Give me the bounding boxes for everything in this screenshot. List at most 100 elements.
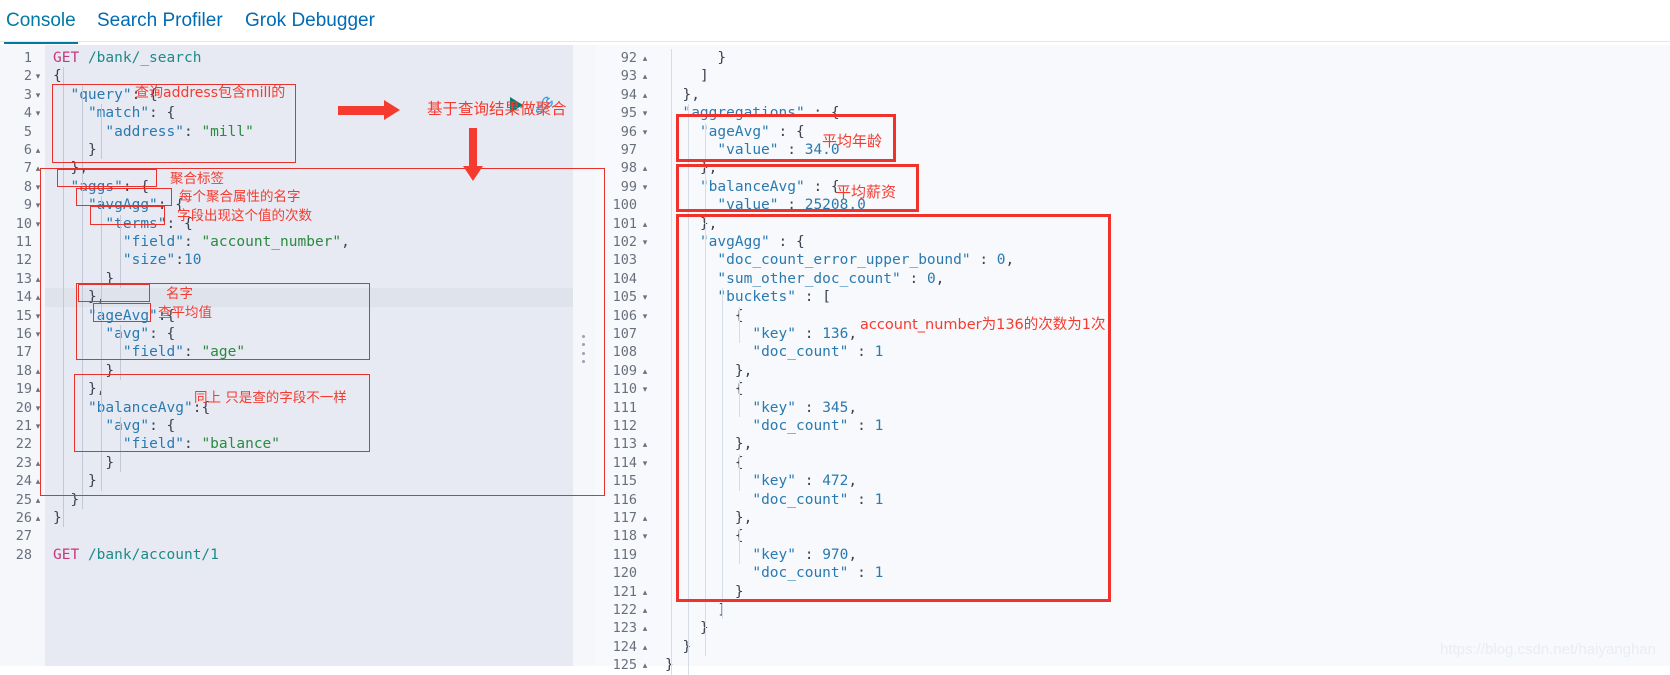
fold-toggle-icon[interactable]: ▾	[33, 178, 43, 196]
fold-toggle-icon[interactable]: ▴	[33, 270, 43, 288]
code-line[interactable]: "aggregations" : {	[665, 104, 839, 122]
code-line[interactable]: "key" : 345,	[665, 399, 857, 417]
fold-toggle-icon[interactable]: ▴	[33, 509, 43, 527]
fold-toggle-icon[interactable]: ▴	[33, 380, 43, 398]
fold-toggle-icon[interactable]: ▾	[33, 86, 43, 104]
code-line[interactable]: "ageAvg" : {	[665, 123, 805, 141]
code-line[interactable]: }	[53, 472, 97, 490]
fold-toggle-icon[interactable]: ▾	[640, 307, 650, 325]
request-editor-pane[interactable]: 1 2 ▾ 3 ▾ 4 ▾ 5 6 ▴ 7 ▴ 8 ▾ 9 ▾ 10 ▾ 11 12 13 ▴ 14 ▴ 15 ▾ 16 ▾ 17 18 ▴…	[0, 45, 573, 666]
fold-toggle-icon[interactable]: ▾	[33, 196, 43, 214]
code-line[interactable]: "buckets" : [	[665, 288, 831, 306]
code-line[interactable]: "value" : 25208.0	[665, 196, 865, 214]
fold-toggle-icon[interactable]: ▴	[640, 215, 650, 233]
code-line[interactable]: "key" : 970,	[665, 546, 857, 564]
code-line[interactable]: "match": {	[53, 104, 175, 122]
fold-toggle-icon[interactable]: ▾	[640, 527, 650, 545]
fold-toggle-icon[interactable]: ▾	[33, 325, 43, 343]
fold-toggle-icon[interactable]: ▾	[640, 454, 650, 472]
fold-toggle-icon[interactable]: ▾	[640, 178, 650, 196]
fold-toggle-icon[interactable]: ▾	[640, 288, 650, 306]
fold-toggle-icon[interactable]: ▴	[640, 86, 650, 104]
fold-toggle-icon[interactable]: ▾	[640, 380, 650, 398]
code-line[interactable]: GET /bank/_search	[53, 49, 201, 67]
fold-toggle-icon[interactable]: ▴	[640, 159, 650, 177]
code-line[interactable]: }	[53, 141, 97, 159]
code-line[interactable]: "sum_other_doc_count" : 0,	[665, 270, 944, 288]
fold-toggle-icon[interactable]: ▴	[33, 491, 43, 509]
tab-search-profiler[interactable]: Search Profiler	[95, 4, 225, 44]
fold-toggle-icon[interactable]: ▾	[33, 307, 43, 325]
code-line[interactable]: {	[53, 67, 62, 85]
fold-toggle-icon[interactable]: ▴	[640, 619, 650, 637]
fold-toggle-icon[interactable]: ▴	[33, 288, 43, 306]
response-viewer-code[interactable]: } ] }, "aggregations" : { "ageAvg" : { "…	[655, 45, 1670, 675]
code-line[interactable]: },	[665, 362, 752, 380]
fold-toggle-icon[interactable]: ▾	[33, 67, 43, 85]
fold-toggle-icon[interactable]: ▾	[33, 417, 43, 435]
code-line[interactable]: "avgAgg" : {	[665, 233, 805, 251]
code-line[interactable]: "doc_count" : 1	[665, 564, 883, 582]
fold-toggle-icon[interactable]: ▾	[640, 123, 650, 141]
code-line[interactable]: "key" : 472,	[665, 472, 857, 490]
code-line[interactable]: },	[53, 288, 105, 306]
request-editor-code[interactable]: GET /bank/_search{ "query": { "match": {…	[45, 45, 573, 666]
fold-toggle-icon[interactable]: ▴	[640, 509, 650, 527]
fold-toggle-icon[interactable]: ▾	[33, 104, 43, 122]
fold-toggle-icon[interactable]: ▴	[640, 67, 650, 85]
fold-toggle-icon[interactable]: ▴	[640, 362, 650, 380]
code-line[interactable]: }	[53, 509, 62, 527]
fold-toggle-icon[interactable]: ▴	[640, 638, 650, 656]
fold-toggle-icon[interactable]: ▴	[33, 472, 43, 490]
fold-toggle-icon[interactable]: ▴	[33, 454, 43, 472]
fold-toggle-icon[interactable]: ▴	[640, 601, 650, 619]
code-line[interactable]: },	[665, 215, 717, 233]
code-line[interactable]: }	[665, 49, 726, 67]
code-line[interactable]: "key" : 136,	[665, 325, 857, 343]
code-line[interactable]: "balanceAvg" : {	[665, 178, 840, 196]
wrench-icon[interactable]	[534, 95, 556, 117]
code-line[interactable]: "avg": {	[53, 325, 175, 343]
code-line[interactable]: ]	[665, 601, 726, 619]
code-line[interactable]: "query": {	[53, 86, 157, 104]
send-request-play-icon[interactable]	[510, 97, 523, 113]
code-line[interactable]: },	[665, 159, 717, 177]
code-line[interactable]: "terms": {	[53, 215, 192, 233]
code-line[interactable]: "balanceAvg":{	[53, 399, 210, 417]
tab-grok-debugger[interactable]: Grok Debugger	[243, 4, 377, 44]
code-line[interactable]: "avgAgg": {	[53, 196, 184, 214]
code-line[interactable]: "address": "mill"	[53, 123, 253, 141]
code-line[interactable]: GET /bank/account/1	[53, 546, 219, 564]
response-viewer-pane[interactable]: 92 ▴ 93 ▴ 94 ▴ 95 ▾ 96 ▾ 97 98 ▴ 99 ▾ 100 101 ▴ 102 ▾ 103 104…	[595, 45, 1670, 675]
code-line[interactable]: "ageAvg":{	[53, 307, 175, 325]
code-line[interactable]: "size":10	[53, 251, 202, 269]
code-line[interactable]: }	[53, 491, 79, 509]
fold-toggle-icon[interactable]: ▾	[33, 215, 43, 233]
code-line[interactable]: },	[665, 435, 752, 453]
code-line[interactable]: "field": "balance"	[53, 435, 280, 453]
code-line[interactable]: },	[665, 509, 752, 527]
code-line[interactable]: "field": "account_number",	[53, 233, 350, 251]
fold-toggle-icon[interactable]: ▴	[33, 141, 43, 159]
code-line[interactable]: "doc_count_error_upper_bound" : 0,	[665, 251, 1014, 269]
code-line[interactable]: }	[665, 656, 674, 674]
fold-toggle-icon[interactable]: ▴	[640, 435, 650, 453]
fold-toggle-icon[interactable]: ▾	[33, 399, 43, 417]
fold-toggle-icon[interactable]: ▴	[33, 362, 43, 380]
tab-console[interactable]: Console	[4, 4, 78, 44]
fold-toggle-icon[interactable]: ▾	[640, 233, 650, 251]
fold-toggle-icon[interactable]: ▴	[33, 159, 43, 177]
code-line[interactable]: },	[53, 380, 105, 398]
code-line[interactable]: "doc_count" : 1	[665, 343, 883, 361]
code-line[interactable]: "value" : 34.0	[665, 141, 839, 159]
code-line[interactable]: "doc_count" : 1	[665, 491, 883, 509]
fold-toggle-icon[interactable]: ▾	[640, 104, 650, 122]
fold-toggle-icon[interactable]: ▴	[640, 656, 650, 674]
line-number: 108	[612, 344, 637, 361]
code-line[interactable]: "aggs": {	[53, 178, 149, 196]
fold-toggle-icon[interactable]: ▴	[640, 583, 650, 601]
fold-toggle-icon[interactable]: ▴	[640, 49, 650, 67]
code-line[interactable]: "doc_count" : 1	[665, 417, 883, 435]
code-line[interactable]: "avg": {	[53, 417, 175, 435]
pane-splitter[interactable]	[573, 45, 595, 666]
